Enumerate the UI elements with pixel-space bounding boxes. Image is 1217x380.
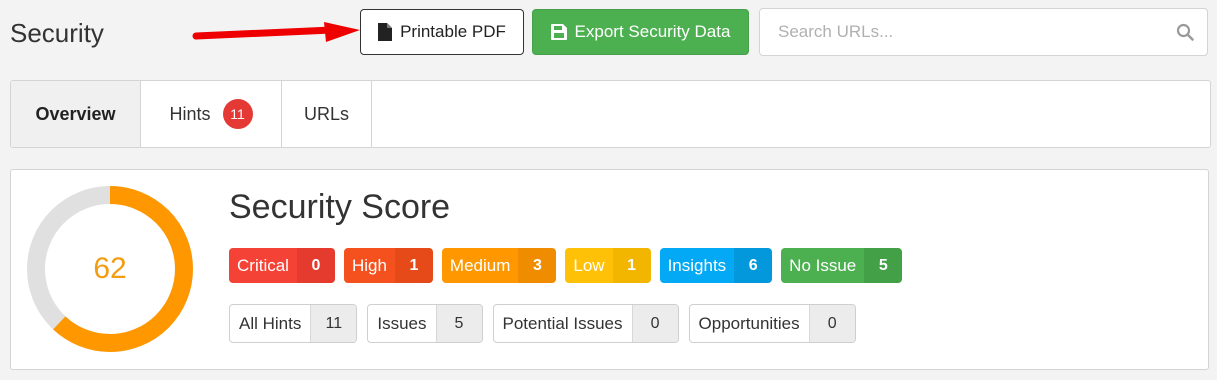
filter-label: Opportunities: [698, 313, 800, 333]
severity-label: Critical: [229, 248, 297, 283]
red-arrow-annotation: [192, 22, 360, 42]
search-box: [759, 8, 1208, 56]
severity-low[interactable]: Low 1: [565, 248, 651, 283]
save-icon: [550, 24, 567, 40]
hints-count-badge: 11: [222, 99, 253, 129]
tab-bar: Overview Hints 11 URLs: [10, 80, 1211, 148]
tab-hints-label: Hints: [169, 103, 211, 124]
tab-urls-label: URLs: [303, 103, 349, 124]
severity-label: Low: [565, 248, 613, 283]
filter-label: All Hints: [239, 313, 302, 333]
severity-label: No Issue: [781, 248, 865, 283]
severity-critical[interactable]: Critical 0: [229, 248, 335, 283]
search-input[interactable]: [760, 9, 1163, 55]
file-icon: [378, 23, 393, 41]
security-score-title: Security Score: [229, 188, 451, 226]
severity-no-issue[interactable]: No Issue 5: [781, 248, 903, 283]
severity-label: Insights: [659, 248, 735, 283]
page-title: Security: [10, 18, 104, 48]
filter-count: 0: [808, 305, 855, 342]
severity-count: 5: [864, 248, 903, 283]
hint-type-filters: All Hints 11 Issues 5 Potential Issues 0…: [229, 304, 856, 343]
severity-count: 1: [612, 248, 651, 283]
filter-count: 0: [631, 305, 678, 342]
tab-overview[interactable]: Overview: [11, 81, 141, 147]
filter-issues[interactable]: Issues 5: [367, 304, 483, 343]
filter-potential-issues[interactable]: Potential Issues 0: [492, 304, 679, 343]
severity-label: Medium: [441, 248, 519, 283]
tab-hints[interactable]: Hints 11: [141, 81, 282, 147]
severity-count: 0: [296, 248, 335, 283]
severity-badges: Critical 0 High 1 Medium 3 Low 1 Insight…: [229, 248, 903, 283]
filter-label: Potential Issues: [502, 313, 623, 333]
filter-all-hints[interactable]: All Hints 11: [229, 304, 358, 343]
severity-high[interactable]: High 1: [343, 248, 433, 283]
severity-label: High: [343, 248, 395, 283]
severity-count: 3: [518, 248, 557, 283]
filter-opportunities[interactable]: Opportunities 0: [688, 304, 856, 343]
severity-count: 6: [734, 248, 773, 283]
severity-count: 1: [394, 248, 433, 283]
printable-pdf-label: Printable PDF: [400, 22, 506, 41]
severity-insights[interactable]: Insights 6: [659, 248, 773, 283]
tab-overview-label: Overview: [35, 103, 116, 124]
security-score-value: 62: [93, 252, 127, 285]
overview-panel: 62 Security Score Critical 0 High 1 Medi…: [10, 169, 1209, 370]
search-icon[interactable]: [1163, 23, 1207, 41]
filter-count: 5: [435, 305, 482, 342]
filter-count: 11: [310, 305, 357, 342]
severity-medium[interactable]: Medium 3: [441, 248, 557, 283]
filter-label: Issues: [377, 313, 427, 333]
tab-urls[interactable]: URLs: [282, 81, 372, 147]
export-security-data-button[interactable]: Export Security Data: [532, 9, 749, 55]
export-security-data-label: Export Security Data: [574, 22, 731, 41]
printable-pdf-button[interactable]: Printable PDF: [360, 9, 524, 55]
